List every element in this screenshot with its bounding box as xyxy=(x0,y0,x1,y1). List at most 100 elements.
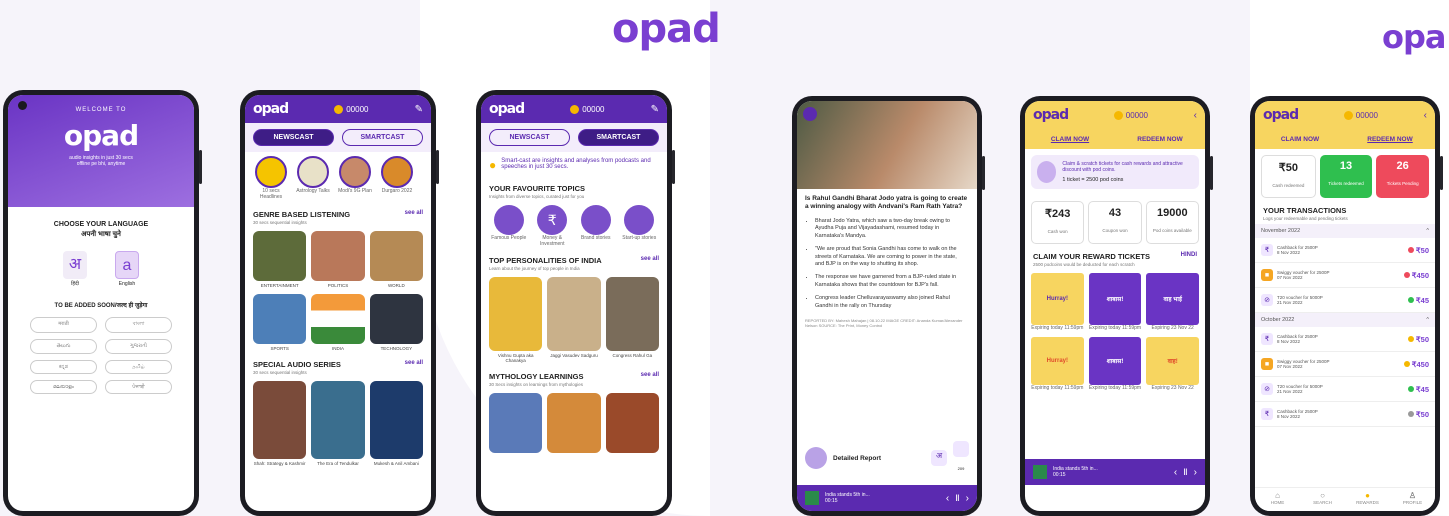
genre-card[interactable]: INDIA xyxy=(311,294,365,351)
genre-card[interactable]: POLITICS xyxy=(311,231,365,288)
transaction-row[interactable]: ⊘ T20 voucher for 5000P 21 Nov 2022 ₹45 xyxy=(1255,377,1435,402)
myth-card[interactable] xyxy=(547,393,601,455)
transaction-row[interactable]: ⊘ T20 voucher for 5000P 21 Nov 2022 ₹45 xyxy=(1255,288,1435,313)
tab-redeem-now[interactable]: REDEEM NOW xyxy=(1115,136,1205,143)
tab-redeem-now[interactable]: REDEEM NOW xyxy=(1345,136,1435,143)
month-header[interactable]: October 2022 ^ xyxy=(1255,313,1435,327)
pause-icon[interactable]: Ⅱ xyxy=(1183,467,1187,478)
ticket-icon: ⊘ xyxy=(1261,294,1273,306)
language-options: अ हिंदी a English xyxy=(8,251,194,287)
genre-card[interactable]: SPORTS xyxy=(253,294,307,351)
share-button[interactable]: 209 xyxy=(953,441,969,475)
nav-rewards[interactable]: ● REWARDS xyxy=(1345,488,1390,511)
transaction-row[interactable]: ■ Swiggy voucher for 2500P 07 Nov 2022 ₹45… xyxy=(1255,263,1435,288)
next-icon[interactable]: › xyxy=(966,493,969,504)
coin-icon xyxy=(1343,110,1353,120)
topic-money[interactable]: ₹ Money & Investment xyxy=(533,205,573,247)
see-all-link[interactable]: see all xyxy=(405,210,423,219)
tab-claim-now[interactable]: CLAIM NOW xyxy=(1025,136,1115,143)
pause-icon[interactable]: Ⅱ xyxy=(955,493,959,504)
transaction-row[interactable]: ■ Swiggy voucher for 2500P 07 Nov 2022 ₹45… xyxy=(1255,352,1435,377)
tx-header: YOUR TRANSACTIONS xyxy=(1255,204,1435,215)
reward-ticket[interactable]: शाबास! Expiring today 11:59pm xyxy=(1088,273,1142,331)
back-avatar-icon[interactable] xyxy=(803,107,817,121)
see-all-link[interactable]: see all xyxy=(641,256,659,265)
claim-subtitle: 2500 podcoins would be deducted for each… xyxy=(1033,262,1135,267)
tab-smartcast[interactable]: SMARTCAST xyxy=(342,129,423,146)
transaction-row[interactable]: ₹ Cashback for 2500P 8 Nov 2022 ₹50 xyxy=(1255,238,1435,263)
story-item[interactable]: Astrology Talks xyxy=(295,156,331,200)
reward-ticket[interactable]: Hurray! Expiring today 11:59pm xyxy=(1031,337,1084,391)
prev-icon[interactable]: ‹ xyxy=(1174,467,1177,478)
genre-card[interactable]: TECHNOLOGY xyxy=(369,294,423,351)
tab-newscast[interactable]: NEWSCAST xyxy=(253,129,334,146)
share-icon[interactable]: ‹ xyxy=(1424,110,1427,121)
status-dot xyxy=(1403,360,1410,367)
story-item[interactable]: 10 secs Headlines xyxy=(253,156,289,200)
nav-profile[interactable]: ♙ PROFILE xyxy=(1390,488,1435,511)
tx-amount: ₹450 xyxy=(1411,359,1429,369)
coin-balance[interactable]: 00000 xyxy=(334,104,368,114)
topic-brand[interactable]: Brand stories xyxy=(576,205,616,247)
personality-row: Vishnu Gupta aka Chanakya Jaggi Vasudev … xyxy=(481,274,667,366)
personality-card[interactable]: Jaggi Vasudev Sadguru xyxy=(547,277,601,363)
reward-ticket[interactable]: वाह! Expiring 23 Nov 22 xyxy=(1146,337,1200,391)
intro-text: Smart-cast are insights and analyses fro… xyxy=(501,158,651,170)
story-item[interactable]: Durgaro 2022 xyxy=(379,156,415,200)
genre-card[interactable]: ENTERTAINMENT xyxy=(253,231,307,288)
series-card[interactable]: The Era of Tendulkar xyxy=(311,381,365,466)
myth-row xyxy=(481,390,667,458)
tx-date: 8 Nov 2022 xyxy=(1277,339,1301,344)
claim-title: CLAIM YOUR REWARD TICKETS xyxy=(1033,252,1150,261)
story-label: 10 secs Headlines xyxy=(259,188,283,200)
see-all-link[interactable]: see all xyxy=(405,360,423,369)
series-card[interactable]: Mukesh & Anil Ambani xyxy=(369,381,423,466)
header-logo: opad xyxy=(1033,107,1069,123)
topic-startup[interactable]: Start-up stories xyxy=(620,205,660,247)
reward-ticket[interactable]: Hurray! Expiring today 11:59pm xyxy=(1031,273,1084,331)
genre-label: SPORTS xyxy=(270,346,289,351)
month-header[interactable]: November 2022 ^ xyxy=(1255,224,1435,238)
story-item[interactable]: Modi's 9G Plan xyxy=(337,156,373,200)
coin-balance[interactable]: 00000 xyxy=(570,104,604,114)
share-icon[interactable]: ‹ xyxy=(1194,110,1197,121)
language-english-option[interactable]: a English xyxy=(115,251,139,287)
language-hindi-option[interactable]: अ हिंदी xyxy=(63,251,87,287)
nav-search[interactable]: ○ SEARCH xyxy=(1300,488,1345,511)
myth-card[interactable] xyxy=(605,393,659,455)
share-icon[interactable]: ✎ xyxy=(651,104,659,115)
promo-text: Claim & scratch tickets for cash rewards… xyxy=(1062,161,1183,173)
personality-card[interactable]: Congress Rahul Ga xyxy=(605,277,659,363)
tab-claim-now[interactable]: CLAIM NOW xyxy=(1255,136,1345,143)
translate-icon[interactable]: अ xyxy=(931,450,947,466)
detailed-report-button[interactable]: Detailed Report xyxy=(833,455,881,462)
share-icon[interactable]: ✎ xyxy=(415,104,423,115)
language-chip: తెలుగు xyxy=(30,339,97,354)
tab-smartcast[interactable]: SMARTCAST xyxy=(578,129,659,146)
mini-player[interactable]: India stands 5th in... 00:15 ‹ Ⅱ › xyxy=(1025,459,1205,485)
reward-ticket[interactable]: वाह भाई Expiring 23 Nov 22 xyxy=(1146,273,1200,331)
mini-player[interactable]: India stands 5th in... 00:15 ‹ Ⅱ › xyxy=(797,485,977,511)
transaction-row[interactable]: ₹ Cashback for 2500P 8 Nov 2022 ₹50 xyxy=(1255,402,1435,427)
see-all-link[interactable]: see all xyxy=(641,372,659,381)
coin-balance[interactable]: 00000 xyxy=(1113,110,1148,120)
topic-famous-people[interactable]: Famous People xyxy=(489,205,529,247)
genre-card[interactable]: WORLD xyxy=(369,231,423,288)
reward-ticket[interactable]: शाबास! Expiring today 11:59pm xyxy=(1088,337,1142,391)
genre-subtitle: 30 secs sequential insights xyxy=(253,220,307,225)
transaction-row[interactable]: ₹ Cashback for 2500P 8 Nov 2022 ₹50 xyxy=(1255,327,1435,352)
language-chip: ગુજરાતી xyxy=(105,339,172,354)
series-card[interactable]: Shah: Strategy & Kashmir xyxy=(253,381,307,466)
prev-icon[interactable]: ‹ xyxy=(946,493,949,504)
status-dot xyxy=(1403,271,1410,278)
claim-link[interactable]: HINDI xyxy=(1181,252,1197,261)
tab-newscast[interactable]: NEWSCAST xyxy=(489,129,570,146)
nav-label: SEARCH xyxy=(1313,500,1332,505)
personality-card[interactable]: Vishnu Gupta aka Chanakya xyxy=(489,277,543,363)
camera-icon xyxy=(18,101,27,110)
myth-card[interactable] xyxy=(489,393,543,455)
nav-label: PROFILE xyxy=(1402,500,1423,505)
nav-home[interactable]: ⌂ HOME xyxy=(1255,488,1300,511)
next-icon[interactable]: › xyxy=(1194,467,1197,478)
coin-balance[interactable]: 00000 xyxy=(1343,110,1378,120)
